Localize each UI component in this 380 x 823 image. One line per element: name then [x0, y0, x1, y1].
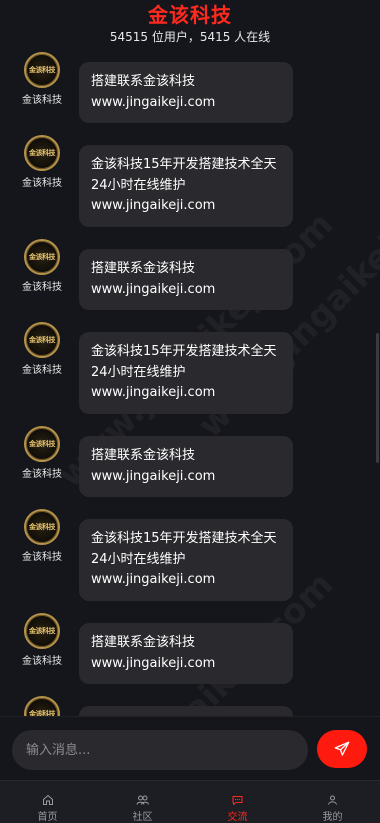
message-item: 金该科技 金该科技 金该科技15年开发搭建技术全天24小时在线维护 www.ji… — [0, 135, 380, 235]
message-item: 金该科技 金该科技 金该科技15年开发搭建技术全天24小时在线维护 www.ji… — [0, 509, 380, 609]
tab-label: 我的 — [322, 812, 343, 823]
sender-name: 金该科技 — [22, 469, 62, 480]
sender[interactable]: 金该科技 金该科技 — [18, 322, 66, 376]
message-bubble: 搭建联系金该科技 www.jingaikeji.com — [79, 249, 293, 310]
tab-profile[interactable]: 我的 — [285, 781, 380, 823]
send-button[interactable] — [317, 730, 367, 768]
avatar-logo-text: 金该科技 — [29, 65, 56, 74]
sender-name: 金该科技 — [22, 95, 62, 106]
message-bubble: 金该科技15年开发搭建技术全天24小时在线维护 www.jingaikeji.c… — [79, 332, 293, 414]
avatar[interactable]: 金该科技 — [24, 426, 60, 462]
input-bar — [0, 716, 380, 780]
sender[interactable]: 金该科技 金该科技 — [18, 426, 66, 480]
message-item: 金该科技 金该科技 搭建联系金该科技 www.jingaikeji.com — [0, 426, 380, 506]
chat-icon — [232, 796, 243, 805]
message-bubble: 搭建联系金该科技 www.jingaikeji.com — [79, 62, 293, 123]
message-bubble — [79, 706, 293, 716]
avatar-logo-text: 金该科技 — [29, 626, 56, 635]
tab-label: 首页 — [37, 812, 58, 823]
tab-community[interactable]: 社区 — [95, 781, 190, 823]
message-input[interactable] — [12, 730, 308, 770]
avatar[interactable]: 金该科技 — [24, 239, 60, 275]
tab-label: 社区 — [132, 812, 153, 823]
message-item: 金该科技 金该科技 搭建联系金该科技 www.jingaikeji.com — [0, 239, 380, 319]
message-item: 金该科技 金该科技 搭建联系金该科技 www.jingaikeji.com — [0, 613, 380, 693]
bottom-tabbar: 首页 社区 交流 我的 — [0, 780, 380, 823]
sender-name: 金该科技 — [22, 282, 62, 293]
sender-name: 金该科技 — [22, 365, 62, 376]
user-icon — [328, 795, 337, 805]
message-bubble: 金该科技15年开发搭建技术全天24小时在线维护 www.jingaikeji.c… — [79, 145, 293, 227]
avatar[interactable]: 金该科技 — [24, 322, 60, 358]
avatar-logo-text: 金该科技 — [29, 439, 56, 448]
avatar[interactable]: 金该科技 — [24, 696, 60, 716]
send-icon — [334, 741, 350, 756]
online-count: 54515 位用户，5415 人在线 — [109, 30, 271, 44]
avatar-logo-text: 金该科技 — [29, 522, 56, 531]
sender[interactable]: 金该科技 金该科技 — [18, 135, 66, 189]
tab-label: 交流 — [227, 812, 248, 823]
sender-name: 金该科技 — [22, 178, 62, 189]
app-title: 金该科技 — [148, 3, 232, 27]
tab-home[interactable]: 首页 — [0, 781, 95, 823]
header: 金该科技 54515 位用户，5415 人在线 — [0, 0, 380, 50]
avatar[interactable]: 金该科技 — [24, 613, 60, 649]
sender-name: 金该科技 — [22, 656, 62, 667]
avatar-logo-text: 金该科技 — [29, 709, 56, 716]
sender[interactable]: 金该科技 金该科技 — [18, 613, 66, 667]
message-bubble: 搭建联系金该科技 www.jingaikeji.com — [79, 436, 293, 497]
message-item: 金该科技 — [0, 696, 380, 716]
avatar-logo-text: 金该科技 — [29, 335, 56, 344]
message-bubble: 金该科技15年开发搭建技术全天24小时在线维护 www.jingaikeji.c… — [79, 519, 293, 601]
scrollbar[interactable] — [376, 333, 379, 463]
sender[interactable]: 金该科技 金该科技 — [18, 52, 66, 106]
avatar-logo-text: 金该科技 — [29, 252, 56, 261]
sender[interactable]: 金该科技 金该科技 — [18, 509, 66, 563]
message-bubble: 搭建联系金该科技 www.jingaikeji.com — [79, 623, 293, 684]
tab-chat[interactable]: 交流 — [190, 781, 285, 823]
message-item: 金该科技 金该科技 金该科技15年开发搭建技术全天24小时在线维护 www.ji… — [0, 322, 380, 422]
avatar[interactable]: 金该科技 — [24, 52, 60, 88]
home-icon — [42, 794, 53, 805]
avatar-logo-text: 金该科技 — [29, 148, 56, 157]
community-icon — [136, 795, 149, 805]
sender[interactable]: 金该科技 — [18, 696, 66, 716]
avatar[interactable]: 金该科技 — [24, 135, 60, 171]
chat-list[interactable]: www.jingaikeji.com www.jingaikeji.com ww… — [0, 50, 380, 716]
sender[interactable]: 金该科技 金该科技 — [18, 239, 66, 293]
sender-name: 金该科技 — [22, 552, 62, 563]
avatar[interactable]: 金该科技 — [24, 509, 60, 545]
message-item: 金该科技 金该科技 搭建联系金该科技 www.jingaikeji.com — [0, 52, 380, 132]
